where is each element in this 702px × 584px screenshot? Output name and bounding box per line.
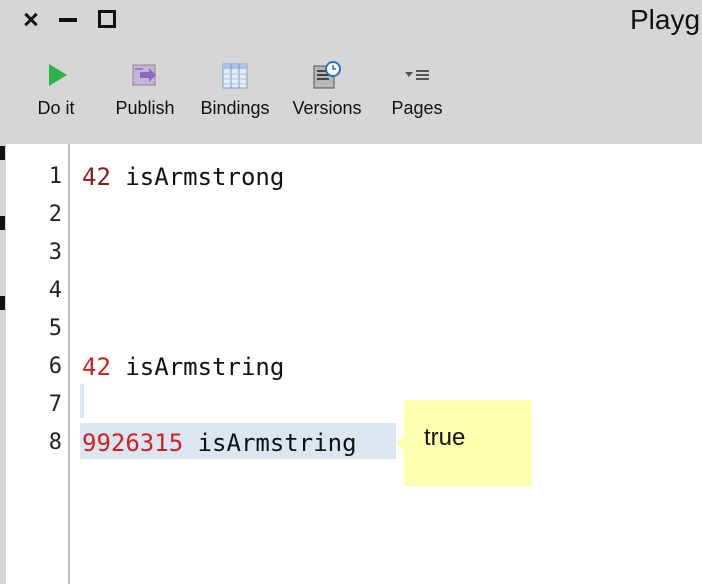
message-send: isArmstring	[183, 429, 357, 457]
line-number: 7	[48, 392, 62, 417]
versions-icon	[313, 61, 341, 89]
publish-button[interactable]: Publish	[110, 60, 180, 130]
versions-label: Versions	[292, 98, 362, 118]
line-number: 2	[48, 202, 62, 227]
line-number: 8	[48, 430, 62, 455]
playground-window: Playg Do it Publish Bindings Versions Pa…	[0, 0, 702, 584]
gutter-divider	[68, 144, 70, 584]
do-it-label: Do it	[37, 98, 75, 118]
publish-label: Publish	[115, 98, 175, 118]
pages-button[interactable]: Pages	[386, 60, 448, 130]
pages-label: Pages	[391, 98, 443, 118]
line-number: 4	[48, 278, 62, 303]
number-literal: 9926315	[82, 429, 184, 457]
code-line-1[interactable]: 42 isArmstrong	[82, 158, 284, 196]
popup-pointer	[396, 435, 404, 451]
close-window-button[interactable]	[20, 8, 42, 30]
bindings-label: Bindings	[200, 98, 270, 118]
do-it-button[interactable]: Do it	[30, 60, 82, 130]
maximize-window-button[interactable]	[96, 8, 118, 30]
result-value: true	[424, 424, 466, 451]
window-title: Playg	[630, 4, 701, 35]
line-number: 3	[48, 240, 62, 265]
code-line-8[interactable]: 9926315 isArmstring	[82, 424, 357, 462]
number-literal: 42	[82, 163, 111, 191]
edge-mark	[0, 216, 5, 230]
publish-icon	[132, 64, 156, 86]
code-editor[interactable]: 1 2 3 4 5 6 7 8 42 isArmstrong 42 isArms…	[6, 144, 702, 584]
play-icon	[49, 64, 67, 86]
number-literal: 42	[82, 353, 111, 381]
code-line-6[interactable]: 42 isArmstring	[82, 348, 284, 386]
versions-button[interactable]: Versions	[290, 60, 364, 130]
bindings-button[interactable]: Bindings	[196, 60, 274, 130]
line-number: 1	[48, 164, 62, 189]
text-cursor	[80, 384, 84, 418]
line-number: 5	[48, 316, 62, 341]
edge-mark	[0, 296, 5, 310]
edge-mark	[0, 146, 5, 160]
bindings-icon	[222, 63, 248, 89]
pages-icon	[405, 70, 429, 80]
message-send: isArmstrong	[110, 163, 285, 191]
minimize-window-button[interactable]	[57, 8, 79, 30]
message-send: isArmstring	[110, 353, 285, 381]
line-number: 6	[48, 354, 62, 379]
print-it-result-popup[interactable]: true	[396, 400, 532, 486]
window-chrome: Playg Do it Publish Bindings Versions Pa…	[6, 0, 702, 144]
